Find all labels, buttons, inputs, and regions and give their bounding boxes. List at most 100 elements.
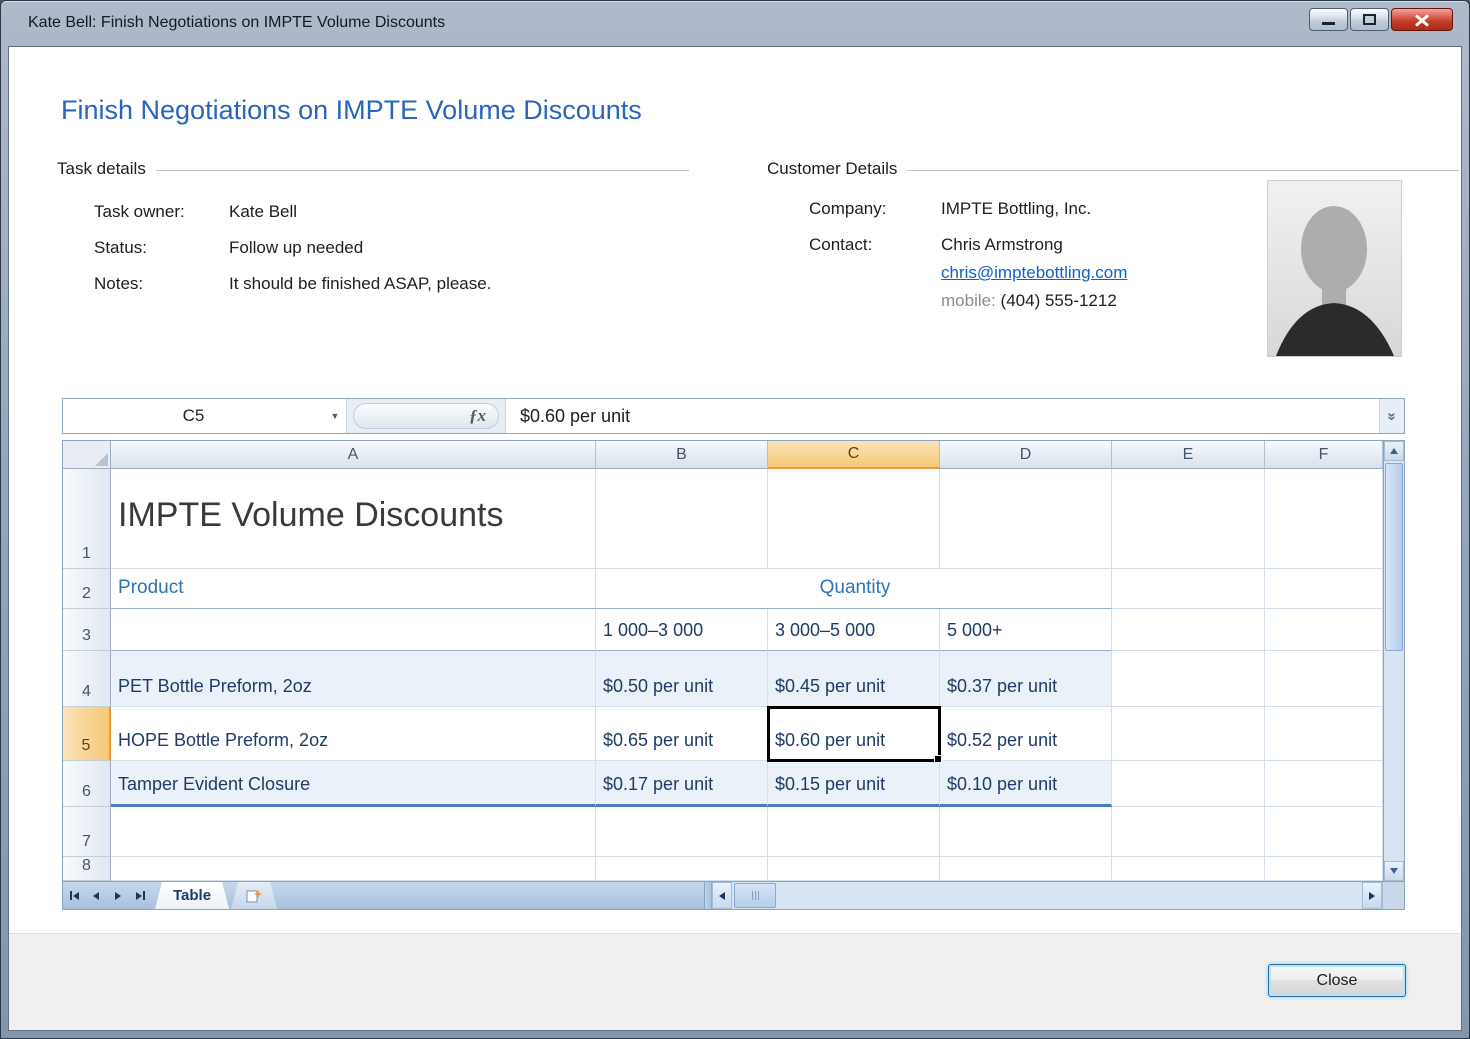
horizontal-scroll-track[interactable]	[778, 882, 1362, 909]
cell-B4[interactable]: $0.50 per unit	[596, 651, 768, 707]
row-header-4[interactable]: 4	[63, 651, 111, 707]
cell-A2[interactable]: Product	[111, 569, 596, 609]
cell-E3[interactable]	[1112, 609, 1265, 651]
cell-F8[interactable]	[1265, 857, 1383, 881]
horizontal-scrollbar[interactable]	[704, 882, 1404, 909]
column-header-F[interactable]: F	[1265, 441, 1383, 469]
task-details-label: Task details	[57, 159, 146, 179]
status-row: Status: Follow up needed	[57, 238, 689, 258]
name-box[interactable]: C5 ▼	[63, 399, 347, 433]
cell-B2-merged[interactable]: Quantity	[596, 569, 1112, 609]
column-header-B[interactable]: B	[596, 441, 768, 469]
cell-F1[interactable]	[1265, 469, 1383, 569]
insert-worksheet-icon	[246, 888, 262, 903]
restore-button[interactable]	[1350, 8, 1389, 31]
cell-B5[interactable]: $0.65 per unit	[596, 707, 768, 761]
next-sheet-button[interactable]	[107, 882, 129, 909]
cell-A1[interactable]: IMPTE Volume Discounts	[111, 469, 596, 569]
first-sheet-button[interactable]	[63, 882, 85, 909]
cell-E6[interactable]	[1112, 761, 1265, 807]
portrait-image	[1268, 181, 1401, 356]
scroll-down-button[interactable]	[1384, 861, 1404, 881]
cell-C3[interactable]: 3 000–5 000	[768, 609, 940, 651]
cell-A3[interactable]	[111, 609, 596, 651]
next-sheet-icon	[115, 892, 121, 900]
status-label: Status:	[57, 238, 229, 258]
cell-C4[interactable]: $0.45 per unit	[768, 651, 940, 707]
close-window-button[interactable]	[1391, 8, 1453, 31]
sheet-tab-label: Table	[173, 887, 211, 904]
tab-split-handle[interactable]	[705, 882, 712, 909]
cell-B8[interactable]	[596, 857, 768, 881]
task-owner-label: Task owner:	[57, 202, 229, 222]
cell-E8[interactable]	[1112, 857, 1265, 881]
contact-email-link[interactable]: chris@imptebottling.com	[941, 263, 1127, 283]
column-header-E[interactable]: E	[1112, 441, 1265, 469]
cell-B3[interactable]: 1 000–3 000	[596, 609, 768, 651]
cell-B1[interactable]	[596, 469, 768, 569]
vertical-scroll-track[interactable]	[1384, 653, 1404, 861]
cell-A4[interactable]: PET Bottle Preform, 2oz	[111, 651, 596, 707]
vertical-scrollbar[interactable]	[1383, 441, 1404, 881]
scroll-right-button[interactable]	[1362, 882, 1382, 909]
cell-E5[interactable]	[1112, 707, 1265, 761]
cell-D3[interactable]: 5 000+	[940, 609, 1112, 651]
cell-A8[interactable]	[111, 857, 596, 881]
vertical-scroll-thumb[interactable]	[1385, 463, 1403, 651]
task-owner-value: Kate Bell	[229, 202, 297, 222]
row-header-6[interactable]: 6	[63, 761, 111, 807]
title-bar[interactable]: Kate Bell: Finish Negotiations on IMPTE …	[1, 1, 1469, 46]
cell-D7[interactable]	[940, 807, 1112, 857]
select-all-corner[interactable]	[63, 441, 111, 469]
column-header-C[interactable]: C	[768, 441, 940, 469]
row-header-7[interactable]: 7	[63, 807, 111, 857]
cell-E2[interactable]	[1112, 569, 1265, 609]
cell-F5[interactable]	[1265, 707, 1383, 761]
cell-E4[interactable]	[1112, 651, 1265, 707]
cell-D1[interactable]	[940, 469, 1112, 569]
cell-A6[interactable]: Tamper Evident Closure	[111, 761, 596, 807]
cell-C6[interactable]: $0.15 per unit	[768, 761, 940, 807]
cell-D5[interactable]: $0.52 per unit	[940, 707, 1112, 761]
embedded-spreadsheet: C5 ▼ ƒx $0.60 per unit »	[62, 398, 1405, 910]
scroll-up-button[interactable]	[1384, 441, 1404, 461]
minimize-button[interactable]	[1309, 8, 1348, 31]
cell-C7[interactable]	[768, 807, 940, 857]
cell-B6[interactable]: $0.17 per unit	[596, 761, 768, 807]
cell-E7[interactable]	[1112, 807, 1265, 857]
cell-D4[interactable]: $0.37 per unit	[940, 651, 1112, 707]
cell-D8[interactable]	[940, 857, 1112, 881]
cell-B7[interactable]	[596, 807, 768, 857]
formula-input[interactable]: $0.60 per unit	[505, 399, 1379, 433]
expand-formula-bar-button[interactable]: »	[1379, 399, 1404, 433]
cell-A7[interactable]	[111, 807, 596, 857]
notes-row: Notes: It should be finished ASAP, pleas…	[57, 274, 689, 294]
sheet-tab-table[interactable]: Table	[155, 882, 229, 909]
row-header-8[interactable]: 8	[63, 857, 111, 881]
cell-F2[interactable]	[1265, 569, 1383, 609]
cell-C5-selected[interactable]: $0.60 per unit	[768, 707, 940, 761]
cell-E1[interactable]	[1112, 469, 1265, 569]
row-header-1[interactable]: 1	[63, 469, 111, 569]
horizontal-scroll-thumb[interactable]	[734, 883, 776, 908]
cell-F7[interactable]	[1265, 807, 1383, 857]
scroll-left-button[interactable]	[712, 882, 732, 909]
previous-sheet-button[interactable]	[85, 882, 107, 909]
cell-F4[interactable]	[1265, 651, 1383, 707]
cell-C8[interactable]	[768, 857, 940, 881]
row-header-3[interactable]: 3	[63, 609, 111, 651]
cell-C1[interactable]	[768, 469, 940, 569]
row-header-5[interactable]: 5	[63, 707, 111, 761]
name-box-dropdown-icon[interactable]: ▼	[324, 411, 346, 421]
column-header-A[interactable]: A	[111, 441, 596, 469]
cell-A5[interactable]: HOPE Bottle Preform, 2oz	[111, 707, 596, 761]
cell-F6[interactable]	[1265, 761, 1383, 807]
insert-worksheet-button[interactable]	[231, 882, 277, 909]
column-header-D[interactable]: D	[940, 441, 1112, 469]
last-sheet-button[interactable]	[129, 882, 151, 909]
close-button[interactable]: Close	[1268, 964, 1406, 997]
row-header-2[interactable]: 2	[63, 569, 111, 609]
cell-D6[interactable]: $0.10 per unit	[940, 761, 1112, 807]
insert-function-icon[interactable]: ƒx	[469, 406, 486, 426]
cell-F3[interactable]	[1265, 609, 1383, 651]
